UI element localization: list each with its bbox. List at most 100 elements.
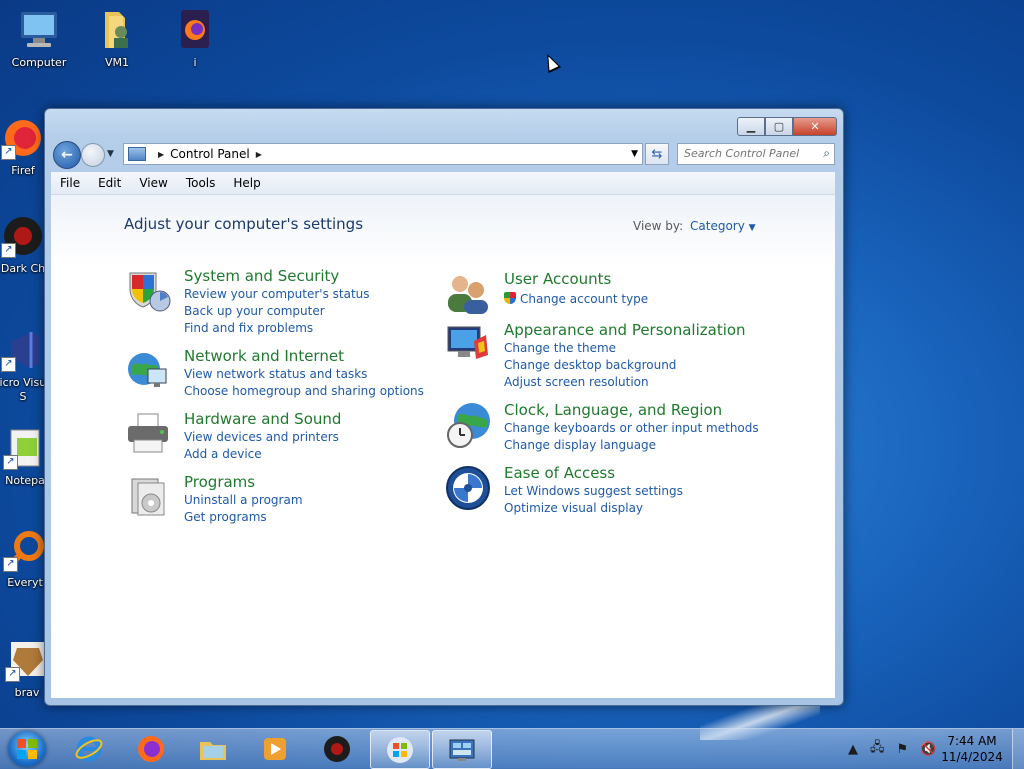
link-uninstall[interactable]: Uninstall a program	[184, 492, 303, 509]
clock-time: 7:44 AM	[947, 734, 997, 748]
link-optimize-display[interactable]: Optimize visual display	[504, 500, 683, 517]
control-panel-icon	[449, 739, 475, 761]
action-center-flag-icon[interactable]: ⚑	[897, 742, 909, 757]
desktop-icon-vm1[interactable]: VM1	[82, 8, 152, 69]
view-by-dropdown[interactable]: Category ▼	[690, 219, 756, 233]
network-icon[interactable]	[124, 347, 172, 395]
recent-pages-dropdown[interactable]: ▼	[107, 149, 114, 159]
link-change-theme[interactable]: Change the theme	[504, 340, 676, 357]
link-windows-suggest[interactable]: Let Windows suggest settings	[504, 483, 683, 500]
search-icon[interactable]: ⌕	[823, 146, 830, 161]
shortcut-arrow-icon: ↗	[1, 145, 16, 160]
link-screen-resolution[interactable]: Adjust screen resolution	[504, 374, 676, 391]
category-title[interactable]: Network and Internet	[184, 347, 344, 365]
desktop-icon-i[interactable]: i	[160, 8, 230, 69]
menu-bar: File Edit View Tools Help	[51, 172, 835, 195]
notepad-icon: ↗	[3, 426, 47, 470]
link-devices-printers[interactable]: View devices and printers	[184, 429, 339, 446]
start-button[interactable]	[8, 731, 46, 767]
shield-icon[interactable]	[124, 267, 172, 315]
taskbar-clock[interactable]: 7:44 AM 11/4/2024	[940, 733, 1004, 765]
back-button[interactable]: ←	[53, 141, 81, 169]
windows-logo-icon	[17, 739, 37, 759]
link-desktop-background[interactable]: Change desktop background	[504, 357, 676, 374]
shortcut-arrow-icon: ↗	[1, 243, 16, 258]
address-dropdown-icon[interactable]: ▼	[631, 149, 638, 159]
search-input[interactable]	[678, 144, 812, 162]
windows-orb-icon	[387, 736, 413, 763]
menu-file[interactable]: File	[51, 176, 89, 190]
appearance-icon[interactable]	[444, 321, 492, 369]
address-bar[interactable]: ▶ Control Panel ▶ ▼	[123, 143, 643, 165]
users-icon[interactable]	[444, 270, 492, 318]
desktop-icon-computer[interactable]: Computer	[4, 8, 74, 69]
link-review-status[interactable]: Review your computer's status	[184, 286, 370, 303]
minimize-button[interactable]: ▁	[737, 117, 765, 136]
menu-help[interactable]: Help	[224, 176, 269, 190]
ease-of-access-icon[interactable]	[444, 464, 492, 512]
link-keyboards-input[interactable]: Change keyboards or other input methods	[504, 420, 759, 437]
link-add-device[interactable]: Add a device	[184, 446, 339, 463]
taskbar-media-player[interactable]	[246, 730, 304, 767]
close-button[interactable]: ✕	[793, 117, 837, 136]
category-title[interactable]: System and Security	[184, 267, 339, 285]
link-get-programs[interactable]: Get programs	[184, 509, 303, 526]
shortcut-arrow-icon: ↗	[3, 557, 18, 572]
category-title[interactable]: User Accounts	[504, 270, 611, 288]
dark-chrome-icon: ↗	[1, 214, 45, 258]
firefox-icon	[138, 735, 164, 762]
menu-tools[interactable]: Tools	[177, 176, 225, 190]
link-network-status[interactable]: View network status and tasks	[184, 366, 424, 383]
close-icon: ✕	[810, 120, 820, 133]
taskbar-control-panel[interactable]	[432, 730, 492, 769]
volume-muted-icon[interactable]: 🔇	[920, 742, 936, 757]
breadcrumb-chevron-icon[interactable]: ▶	[256, 150, 262, 159]
link-homegroup[interactable]: Choose homegroup and sharing options	[184, 383, 424, 400]
taskbar-windows-app[interactable]	[370, 730, 430, 769]
uac-shield-icon	[504, 292, 516, 304]
visual-studio-icon: ↗	[1, 328, 45, 372]
control-panel-window[interactable]: ▁ ▢ ✕ ← ▼ ▶ Control Panel ▶ ▼ ⇆ ⌕ File E…	[44, 108, 844, 706]
category-title[interactable]: Ease of Access	[504, 464, 615, 482]
computer-icon	[17, 8, 61, 52]
taskbar-dark-chrome[interactable]	[308, 730, 366, 767]
link-find-fix[interactable]: Find and fix problems	[184, 320, 370, 337]
globe-clock-icon[interactable]	[444, 401, 492, 449]
taskbar-internet-explorer[interactable]	[60, 730, 118, 767]
category-title[interactable]: Hardware and Sound	[184, 410, 341, 428]
folder-icon	[200, 741, 226, 760]
firefox-icon: ↗	[1, 116, 45, 160]
brave-icon: ↗	[5, 638, 49, 682]
internet-explorer-icon	[75, 736, 103, 761]
category-title[interactable]: Clock, Language, and Region	[504, 401, 722, 419]
media-player-icon	[264, 737, 286, 760]
menu-edit[interactable]: Edit	[89, 176, 130, 190]
search-box[interactable]: ⌕	[677, 143, 835, 165]
breadcrumb-chevron-icon[interactable]: ▶	[158, 150, 164, 159]
taskbar-firefox[interactable]	[122, 730, 180, 767]
view-by-label: View by:	[633, 219, 684, 233]
mouse-cursor-icon	[540, 50, 562, 74]
refresh-button[interactable]: ⇆	[645, 143, 669, 165]
maximize-icon: ▢	[773, 120, 785, 133]
forward-button[interactable]	[81, 143, 105, 167]
printer-icon[interactable]	[124, 410, 172, 458]
show-hidden-icons-icon[interactable]: ▲	[848, 742, 858, 757]
folder-icon	[95, 8, 139, 52]
shortcut-arrow-icon: ↗	[1, 357, 16, 372]
show-desktop-button[interactable]	[1012, 729, 1024, 769]
taskbar-explorer[interactable]	[184, 730, 242, 767]
maximize-button[interactable]: ▢	[765, 117, 793, 136]
everything-search-icon: ↗	[3, 528, 47, 572]
link-backup[interactable]: Back up your computer	[184, 303, 370, 320]
category-title[interactable]: Programs	[184, 473, 255, 491]
menu-view[interactable]: View	[130, 176, 176, 190]
link-change-account-type[interactable]: Change account type	[504, 291, 648, 308]
link-display-language[interactable]: Change display language	[504, 437, 759, 454]
programs-icon[interactable]	[124, 473, 172, 521]
network-tray-icon[interactable]: 🖧	[870, 738, 885, 760]
breadcrumb-control-panel[interactable]: Control Panel	[170, 147, 250, 161]
view-by-value: Category	[690, 219, 745, 233]
page-title: Adjust your computer's settings	[124, 215, 364, 233]
category-title[interactable]: Appearance and Personalization	[504, 321, 746, 339]
